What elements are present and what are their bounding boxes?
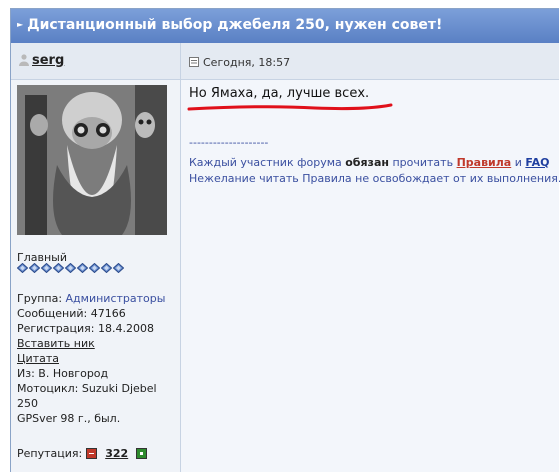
rank-star-icon xyxy=(101,263,112,273)
user-icon xyxy=(19,54,29,66)
reputation-value[interactable]: 322 xyxy=(105,447,128,460)
rank-stars xyxy=(17,263,124,273)
messages-count: Сообщений: 47166 xyxy=(17,307,126,320)
sig-text-mid: прочитать xyxy=(388,156,457,169)
reputation: Репутация: 322 xyxy=(17,447,148,460)
author-cell: serg xyxy=(11,43,181,80)
profile-info: Группа: Администраторы Сообщений: 47166 … xyxy=(17,291,180,426)
post-frame: ► Дистанционный выбор джебеля 250, нужен … xyxy=(10,8,560,472)
topic-title: Дистанционный выбор джебеля 250, нужен с… xyxy=(27,17,443,33)
sig-text-and: и xyxy=(511,156,526,169)
post-message: Но Ямаха, да, лучше всех. xyxy=(189,86,370,101)
signature-line2: Нежелание читать Правила не освобождает … xyxy=(189,172,560,185)
rank-star-icon xyxy=(53,263,64,273)
signature-line1: Каждый участник форума обязан прочитать … xyxy=(189,156,550,169)
profile-column: Главный Группа: Администраторы Сообщений… xyxy=(11,80,181,472)
quote-link[interactable]: Цитата xyxy=(17,351,180,366)
faq-link[interactable]: FAQ xyxy=(525,156,549,169)
rules-link[interactable]: Правила xyxy=(457,156,512,169)
registration-date: Регистрация: 18.4.2008 xyxy=(17,322,154,335)
rank-star-icon xyxy=(77,263,88,273)
sig-text-pre: Каждый участник форума xyxy=(189,156,346,169)
rank-star-icon xyxy=(89,263,100,273)
signature-separator: -------------------- xyxy=(189,136,269,149)
avatar xyxy=(17,85,167,235)
reputation-minus-button[interactable] xyxy=(86,448,98,459)
reputation-plus-button[interactable] xyxy=(136,448,148,459)
topic-title-bar: ► Дистанционный выбор джебеля 250, нужен … xyxy=(11,9,559,43)
user-bike-line2: GPSver 98 г., был. xyxy=(17,412,121,425)
insert-nick-link[interactable]: Вставить ник xyxy=(17,336,180,351)
author-name[interactable]: serg xyxy=(32,53,64,68)
reputation-label: Репутация: xyxy=(17,447,83,460)
group-value[interactable]: Администраторы xyxy=(66,292,166,305)
post-date: Сегодня, 18:57 xyxy=(203,56,291,69)
rank-star-icon xyxy=(41,263,52,273)
group-label: Группа: xyxy=(17,292,66,305)
user-city: Из: В. Новгород xyxy=(17,367,109,380)
rank-star-icon xyxy=(65,263,76,273)
rank-star-icon xyxy=(113,263,124,273)
red-underline-mark xyxy=(187,103,393,111)
sig-text-bold: обязан xyxy=(345,156,389,169)
post-content: Но Ямаха, да, лучше всех. --------------… xyxy=(181,80,560,472)
post-icon xyxy=(189,57,199,67)
rank-star-icon xyxy=(29,263,40,273)
arrow-right-icon: ► xyxy=(17,20,24,29)
rank-star-icon xyxy=(17,263,28,273)
user-bike-line1: Мотоцикл: Suzuki Djebel 250 xyxy=(17,382,157,410)
post-date-cell: Сегодня, 18:57 xyxy=(181,43,559,80)
